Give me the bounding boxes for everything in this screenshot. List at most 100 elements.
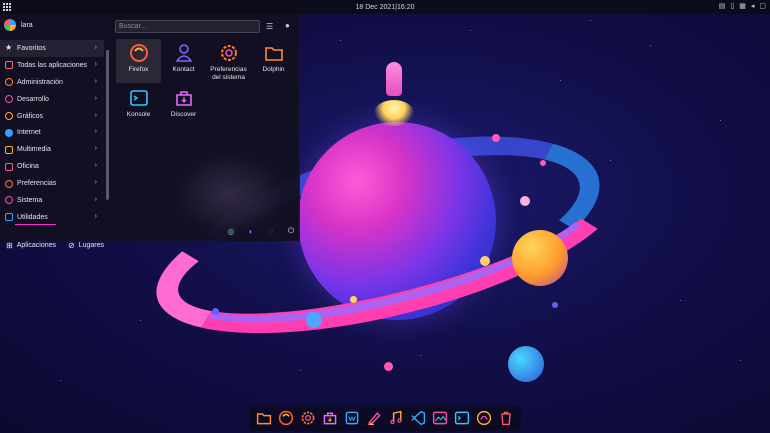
avatar[interactable] (4, 19, 16, 31)
category-graficos[interactable]: Gráficos › (0, 108, 104, 125)
dock-vscode[interactable] (409, 409, 427, 427)
orb (306, 312, 322, 328)
star (420, 355, 421, 356)
dock-firefox[interactable] (277, 409, 295, 427)
category-preferencias[interactable]: Preferencias › (0, 175, 104, 192)
app-kontact[interactable]: Kontact (161, 39, 206, 83)
orb (508, 346, 544, 382)
dock-discover[interactable] (321, 409, 339, 427)
device-icon[interactable]: ▯ (730, 2, 734, 10)
category-oficina[interactable]: Oficina › (0, 158, 104, 175)
app-label: Discover (170, 111, 197, 118)
dock-dolphin[interactable] (255, 409, 273, 427)
orb (480, 256, 490, 266)
category-internet[interactable]: Internet › (0, 124, 104, 141)
trash-icon (501, 411, 511, 426)
dock-settings[interactable] (299, 409, 317, 427)
dock-image-viewer[interactable] (431, 409, 449, 427)
dock-konsole[interactable] (453, 409, 471, 427)
orb (492, 134, 500, 142)
category-favoritos[interactable]: ★ Favoritos › (0, 40, 104, 57)
power-icon[interactable]: ⏻ (286, 226, 296, 236)
firefox-icon (278, 410, 294, 426)
app-label: Preferencias del sistema (210, 66, 247, 81)
settings-icon (301, 411, 315, 425)
category-list: ★ Favoritos › Todas las aplicaciones › A… (0, 40, 104, 226)
dock (249, 405, 521, 431)
category-label: Sistema (17, 196, 43, 204)
compass-icon: ⊘ (68, 241, 75, 250)
category-todas[interactable]: Todas las aplicaciones › (0, 57, 104, 74)
category-multimedia[interactable]: Multimedia › (0, 141, 104, 158)
app-firefox[interactable]: Firefox (116, 39, 161, 83)
writer-icon (345, 411, 359, 425)
category-label: Favoritos (17, 44, 46, 52)
app-dolphin[interactable]: Dolphin (251, 39, 296, 83)
graphics-icon (5, 112, 13, 120)
globe-icon (5, 128, 13, 137)
dock-store[interactable] (475, 409, 493, 427)
settings-icon (5, 179, 13, 188)
network-icon[interactable]: ▦ (739, 2, 746, 10)
document-icon (5, 162, 13, 171)
pin-icon[interactable]: ● (285, 21, 290, 30)
image-icon (432, 411, 448, 425)
app-label: Firefox (128, 66, 149, 73)
user-info[interactable]: lara (4, 19, 33, 31)
bag-icon (476, 410, 492, 426)
dock-writer[interactable] (343, 409, 361, 427)
app-grid-icon[interactable] (3, 3, 11, 11)
clipboard-icon[interactable]: ▤ (719, 2, 726, 10)
places-tab[interactable]: ⊘ Lugares (68, 241, 104, 250)
app-konsole[interactable]: Konsole (116, 84, 161, 128)
discover-icon (174, 88, 194, 108)
menu-background-glow (175, 154, 285, 234)
code-icon (5, 95, 13, 104)
music-icon (390, 410, 402, 425)
category-label: Administración (17, 78, 63, 86)
play-icon (5, 145, 13, 154)
terminal-icon (454, 411, 470, 425)
chevron-right-icon: › (94, 60, 97, 68)
sleep-icon[interactable]: ◐ (246, 226, 256, 236)
dock-music[interactable] (387, 409, 405, 427)
orb (552, 302, 558, 308)
star (590, 20, 591, 21)
category-label: Preferencias (17, 180, 57, 188)
category-sistema[interactable]: Sistema › (0, 192, 104, 209)
dock-trash[interactable] (497, 409, 515, 427)
volume-icon[interactable]: ◂ (751, 2, 755, 10)
star (470, 30, 471, 31)
settings-icon (219, 43, 239, 63)
app-label: Dolphin (262, 66, 285, 73)
restart-icon[interactable]: ◌ (266, 226, 276, 236)
app-label: Konsole (126, 111, 151, 118)
search-input[interactable] (115, 20, 260, 33)
application-launcher: lara ☰ ● ★ Favoritos › Todas las aplicac… (0, 14, 300, 250)
category-administracion[interactable]: Administración › (0, 74, 104, 91)
chevron-right-icon: › (94, 111, 97, 119)
category-desarrollo[interactable]: Desarrollo › (0, 91, 104, 108)
category-scrollbar[interactable] (106, 50, 109, 200)
configure-icon[interactable]: ☰ (266, 22, 273, 31)
dock-kate[interactable] (365, 409, 383, 427)
discover-icon (323, 412, 337, 425)
star (60, 380, 61, 381)
app-discover[interactable]: Discover (161, 84, 206, 128)
applications-tab[interactable]: ⊞ Aplicaciones (6, 241, 56, 250)
rocket (386, 62, 402, 96)
lock-icon[interactable]: ◎ (226, 226, 236, 236)
star (680, 300, 681, 301)
contact-icon (174, 43, 194, 63)
system-tray: ▤ ▯ ▦ ◂ ▢ (719, 2, 766, 10)
app-preferencias-sistema[interactable]: Preferencias del sistema (206, 39, 251, 83)
system-icon (5, 196, 13, 205)
star (300, 370, 301, 371)
category-utilidades[interactable]: Utilidades › (0, 209, 104, 226)
places-tab-label: Lugares (78, 242, 105, 249)
apps-grid-icon (5, 61, 13, 70)
clock[interactable]: 18 Dec 2021|16:20 (355, 4, 414, 11)
folder-icon (256, 413, 272, 425)
pen-icon (367, 412, 381, 426)
notification-icon[interactable]: ▢ (759, 2, 766, 10)
